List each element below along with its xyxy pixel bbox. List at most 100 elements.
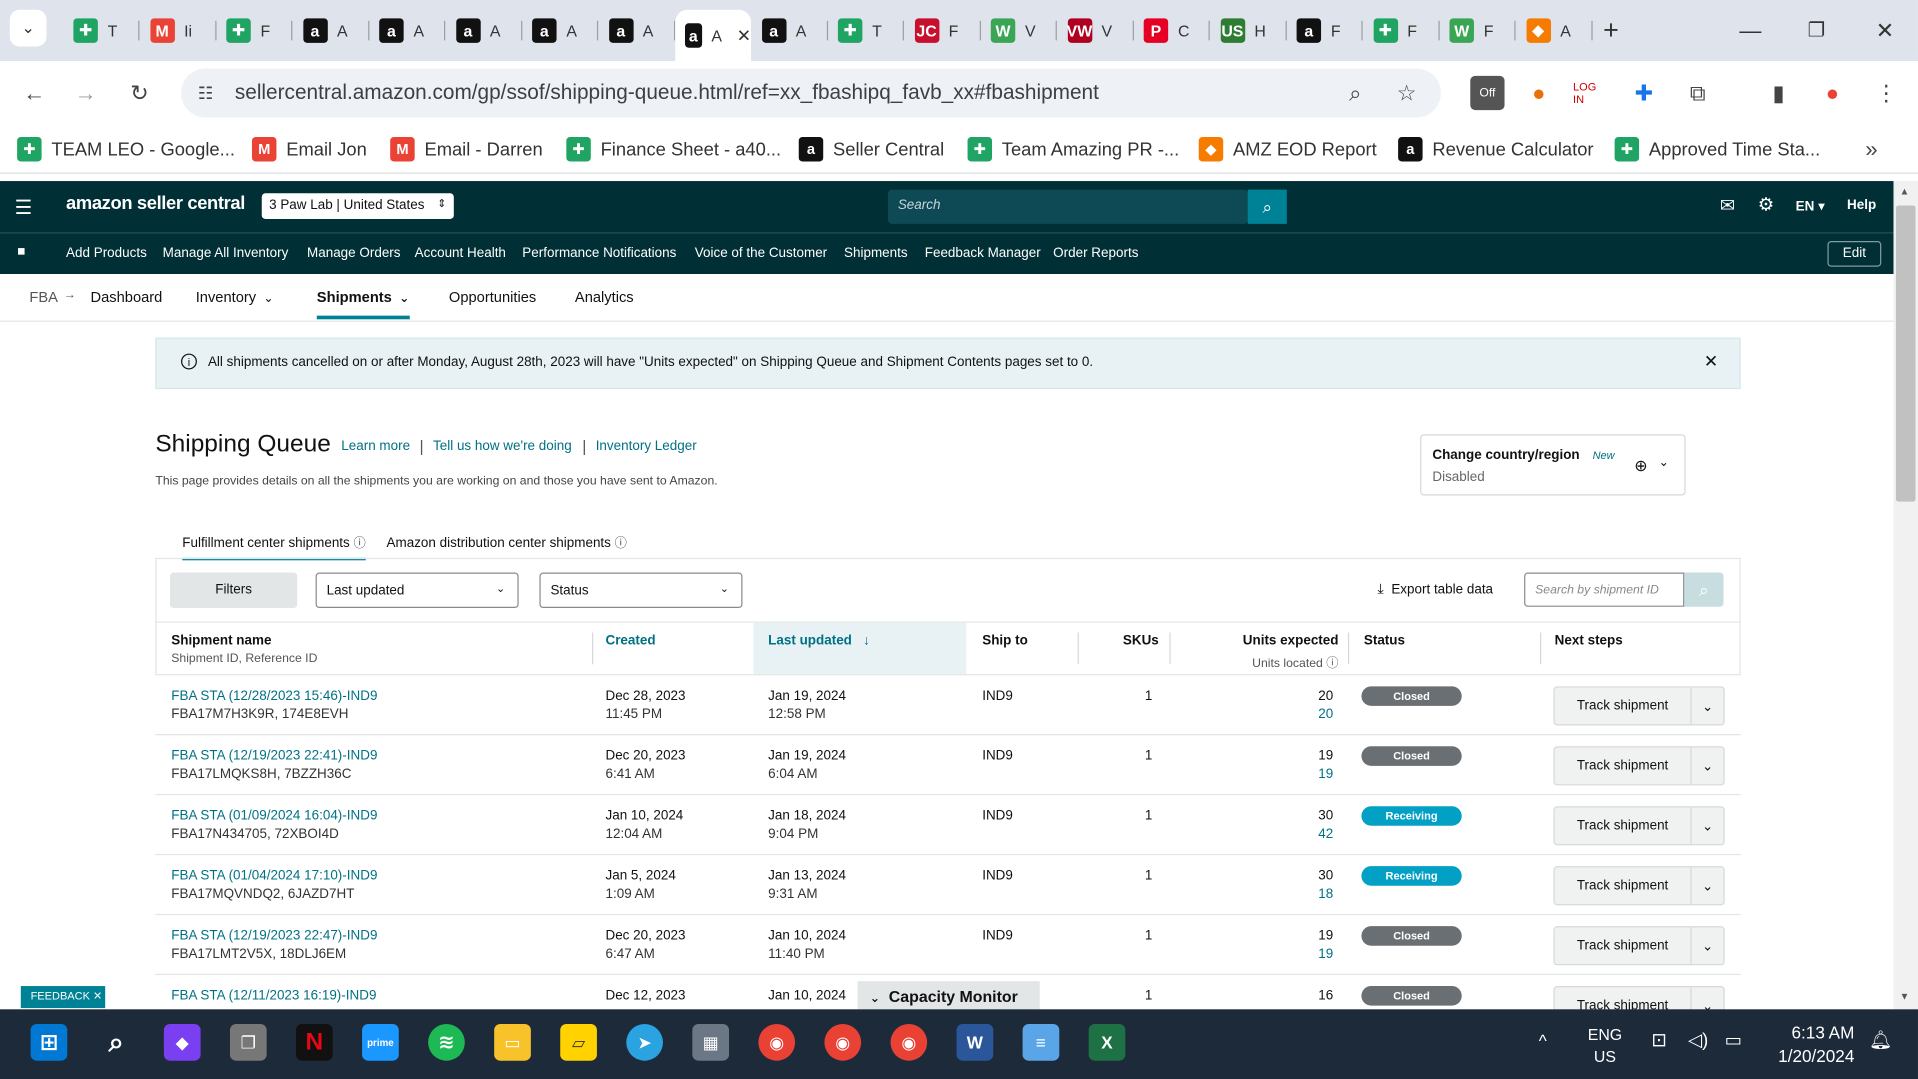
bookmark-item[interactable]: ◆ AMZ EOD Report <box>1198 135 1377 164</box>
track-shipment-button[interactable]: Track shipment ⌄ <box>1553 926 1725 966</box>
col-created[interactable]: Created <box>605 634 655 649</box>
browser-tab[interactable]: ✚ F <box>217 10 293 52</box>
nav-link[interactable]: Order Reports <box>1053 246 1138 261</box>
feedback-button[interactable]: FEEDBACK ✕ <box>20 986 106 1009</box>
browser-tab[interactable]: ✚ T <box>828 10 904 52</box>
help-link[interactable]: Help <box>1847 198 1876 213</box>
edit-nav-button[interactable]: Edit <box>1827 241 1882 267</box>
clock[interactable]: 6:13 AM 1/20/2024 <box>1769 1022 1854 1068</box>
nav-link[interactable]: Performance Notifications <box>522 246 676 261</box>
track-shipment-button[interactable]: Track shipment ⌄ <box>1553 746 1725 786</box>
capacity-monitor-panel[interactable]: ⌄ Capacity Monitor <box>857 981 1040 1010</box>
units-located-link[interactable]: 20 <box>1281 706 1333 724</box>
browser-tab[interactable]: ◆ A <box>1516 10 1592 52</box>
browser-tab[interactable]: aA <box>369 10 446 52</box>
inventory-ledger-link[interactable]: Inventory Ledger <box>596 439 697 454</box>
bookmark-item[interactable]: a Seller Central <box>798 135 944 164</box>
shipment-name-link[interactable]: FBA STA (01/04/2024 17:10)-IND9 <box>171 867 377 885</box>
browser-tab[interactable]: ✚ T <box>64 10 140 52</box>
units-located-link[interactable]: 19 <box>1281 946 1333 964</box>
subnav-tab[interactable]: Dashboard <box>91 289 163 306</box>
bookmark-item[interactable]: M Email - Darren <box>390 135 543 164</box>
new-tab-button[interactable]: + <box>1593 12 1630 49</box>
bookmark-star-icon[interactable]: ☆ <box>1390 76 1424 110</box>
file-explorer-icon[interactable]: ▭ <box>494 1023 531 1061</box>
skus-link[interactable]: 1 <box>1145 927 1152 945</box>
calculator-icon[interactable]: ▦ <box>692 1023 730 1061</box>
learn-more-link[interactable]: Learn more <box>341 439 410 454</box>
nav-link[interactable]: Account Health <box>415 246 506 261</box>
netflix-icon[interactable]: N <box>296 1023 333 1061</box>
status-select[interactable]: Status ⌄ <box>539 572 743 609</box>
header-search-input[interactable]: Search <box>888 189 1248 224</box>
copilot-icon[interactable]: ◆ <box>163 1023 201 1061</box>
col-units[interactable]: Units expected Units located ⓘ <box>1243 634 1339 671</box>
tab-amazon-distribution-center[interactable]: Amazon distribution center shipments ⓘ <box>387 532 627 551</box>
track-shipment-button[interactable]: Track shipment ⌄ <box>1553 686 1725 726</box>
more-bookmarks-icon[interactable]: » <box>1854 132 1888 166</box>
col-shipment-name[interactable]: Shipment name Shipment ID, Reference ID <box>171 634 317 666</box>
profile-avatar-icon[interactable]: ● <box>1815 76 1849 110</box>
minimize-icon[interactable]: — <box>1732 12 1769 49</box>
subnav-tab[interactable]: Opportunities <box>449 289 536 306</box>
scroll-up-icon[interactable]: ▲ <box>1900 186 1910 197</box>
bookmark-icon[interactable]: ■ <box>17 245 25 260</box>
mail-icon[interactable]: ✉ <box>1720 195 1735 217</box>
side-panel-icon[interactable]: ▮ <box>1761 76 1795 110</box>
back-icon[interactable]: ← <box>17 76 51 110</box>
tab-fulfillment-center[interactable]: Fulfillment center shipments ⓘ <box>182 532 366 561</box>
menu-kebab-icon[interactable]: ⋮ <box>1869 76 1903 110</box>
units-located-link[interactable]: 42 <box>1281 826 1333 844</box>
browser-tab[interactable]: ✚ F <box>1363 10 1440 52</box>
chevron-down-icon[interactable]: ⌄ <box>1692 688 1724 725</box>
skus-link[interactable]: 1 <box>1145 807 1152 825</box>
bookmark-item[interactable]: ✚ Finance Sheet - a40... <box>566 135 781 164</box>
close-window-icon[interactable]: ✕ <box>1867 12 1904 49</box>
hamburger-menu-icon[interactable]: ☰ <box>15 196 33 220</box>
page-scrollbar[interactable]: ▲ ▼ <box>1893 181 1918 1010</box>
subnav-tab[interactable]: Inventory ⌄ <box>196 289 274 306</box>
spotify-icon[interactable]: ≋ <box>428 1023 465 1061</box>
restore-icon[interactable]: ❐ <box>1798 12 1835 49</box>
export-table-button[interactable]: ⤓ Export table data <box>1377 580 1493 598</box>
chevron-up-icon[interactable]: ^ <box>1539 1031 1547 1051</box>
extensions-puzzle-icon[interactable]: ⧉ <box>1681 76 1715 110</box>
forward-icon[interactable]: → <box>68 76 102 110</box>
feedback-link[interactable]: Tell us how we're doing <box>433 439 572 454</box>
browser-tab[interactable]: JC F <box>905 10 981 52</box>
extension-orange-icon[interactable]: ● <box>1522 76 1556 110</box>
browser-tab[interactable]: PC <box>1134 10 1210 52</box>
tab-search-button[interactable]: ⌄ <box>9 9 47 47</box>
col-ship-to[interactable]: Ship to <box>982 634 1028 649</box>
track-shipment-button[interactable]: Track shipment ⌄ <box>1553 866 1725 906</box>
extension-blue-icon[interactable]: ✚ <box>1627 76 1661 110</box>
col-last-updated[interactable]: Last updated ↓ <box>768 634 870 649</box>
skus-link[interactable]: 1 <box>1145 747 1152 765</box>
address-bar[interactable]: ☷ sellercentral.amazon.com/gp/ssof/shipp… <box>181 68 1441 118</box>
seller-central-logo[interactable]: amazon seller central <box>66 193 245 214</box>
shipment-name-link[interactable]: FBA STA (12/19/2023 22:41)-IND9 <box>171 747 377 765</box>
close-icon[interactable]: ✕ <box>1704 351 1718 372</box>
browser-tab[interactable]: WF <box>1440 10 1516 52</box>
battery-icon[interactable]: ▭ <box>1725 1029 1742 1051</box>
site-info-icon[interactable]: ☷ <box>188 76 222 110</box>
shipment-search-input[interactable]: Search by shipment ID <box>1524 572 1685 607</box>
search-icon[interactable]: ⌕ <box>1247 189 1287 224</box>
bookmark-item[interactable]: ✚ Team Amazing PR -... <box>967 135 1179 164</box>
nav-link[interactable]: Feedback Manager <box>925 246 1041 261</box>
bookmark-item[interactable]: M Email Jon <box>251 135 367 164</box>
shipment-name-link[interactable]: FBA STA (01/09/2024 16:04)-IND9 <box>171 807 377 825</box>
skus-link[interactable]: 1 <box>1145 867 1152 885</box>
subnav-tab[interactable]: Shipments ⌄ <box>316 289 410 320</box>
language-selector[interactable]: EN ▾ <box>1796 198 1825 214</box>
word-icon[interactable]: W <box>956 1023 994 1061</box>
chevron-down-icon[interactable]: ⌄ <box>1692 867 1724 904</box>
browser-tab[interactable]: aA <box>446 10 522 52</box>
zoom-icon[interactable]: ⌕ <box>1338 76 1372 110</box>
nav-link[interactable]: Manage All Inventory <box>163 246 289 261</box>
track-shipment-label[interactable]: Track shipment <box>1555 927 1692 965</box>
telegram-icon[interactable]: ➤ <box>626 1023 663 1061</box>
units-located-link[interactable]: 19 <box>1281 766 1333 784</box>
browser-tab[interactable]: aA <box>752 10 828 52</box>
excel-icon[interactable]: X <box>1088 1023 1126 1061</box>
